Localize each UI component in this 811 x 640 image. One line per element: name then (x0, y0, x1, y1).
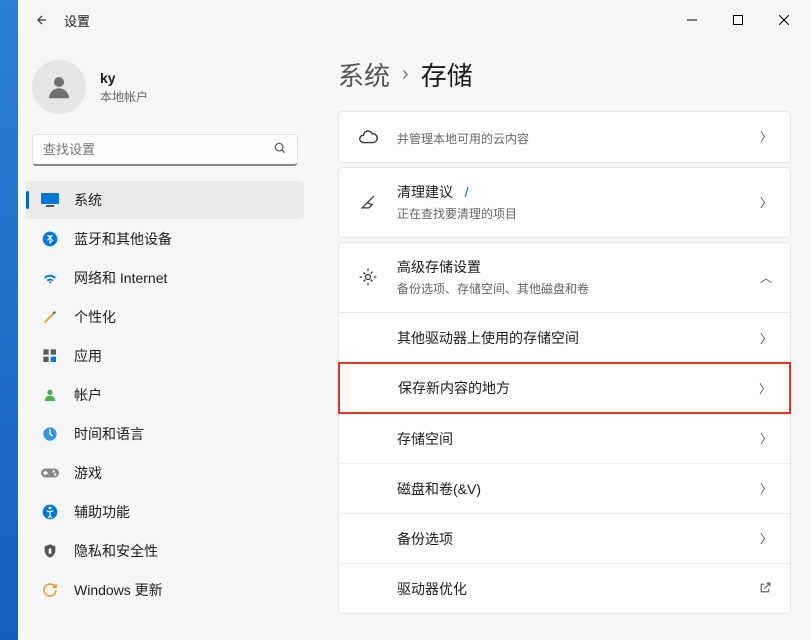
chevron-right-icon: 〉 (759, 380, 771, 397)
back-button[interactable] (22, 0, 62, 40)
window-title: 设置 (64, 11, 90, 30)
search-input[interactable] (32, 134, 298, 166)
sidebar-item-system[interactable]: 系统 (26, 181, 304, 219)
system-icon (40, 190, 60, 210)
sidebar-item-label: 网络和 Internet (74, 268, 167, 288)
chevron-right-icon: › (402, 63, 409, 86)
user-account-type: 本地帐户 (100, 88, 148, 105)
sub-item-other-drives[interactable]: 其他驱动器上使用的存储空间 〉 (339, 313, 790, 363)
sub-label: 保存新内容的地方 (398, 378, 749, 398)
sidebar-item-label: 隐私和安全性 (74, 541, 158, 561)
apps-icon (40, 346, 60, 366)
sidebar-item-label: 系统 (74, 190, 102, 210)
card-advanced-storage: 高级存储设置 备份选项、存储空间、其他磁盘和卷 ︿ 其他驱动器上使用的存储空间 … (338, 242, 791, 614)
sub-label: 备份选项 (397, 529, 750, 549)
sidebar-item-accessibility[interactable]: 辅助功能 (26, 493, 304, 531)
card-title: 清理建议 / (397, 182, 750, 202)
sidebar-item-personalization[interactable]: 个性化 (26, 298, 304, 336)
cloud-icon (357, 126, 379, 148)
accessibility-icon (40, 502, 60, 522)
sidebar-item-time-language[interactable]: 时间和语言 (26, 415, 304, 453)
minimize-button[interactable] (669, 4, 715, 36)
sub-label: 存储空间 (397, 429, 750, 449)
card-cleanup[interactable]: 清理建议 / 正在查找要清理的项目 〉 (338, 167, 791, 238)
sidebar-item-label: 个性化 (74, 307, 116, 327)
sidebar-item-windows-update[interactable]: Windows 更新 (26, 571, 304, 609)
breadcrumb: 系统 › 存储 (338, 56, 791, 93)
maximize-button[interactable] (715, 4, 761, 36)
broom-icon (357, 191, 379, 213)
chevron-up-icon: ︿ (760, 269, 772, 286)
sub-label: 驱动器优化 (397, 579, 749, 599)
sub-label: 其他驱动器上使用的存储空间 (397, 328, 750, 348)
sidebar-item-privacy[interactable]: 隐私和安全性 (26, 532, 304, 570)
sidebar-item-network[interactable]: 网络和 Internet (26, 259, 304, 297)
search-icon (273, 141, 287, 158)
update-icon (40, 580, 60, 600)
sidebar-item-label: Windows 更新 (74, 580, 163, 600)
sub-item-save-locations[interactable]: 保存新内容的地方 〉 (338, 362, 791, 414)
user-block[interactable]: ky 本地帐户 (18, 40, 312, 134)
chevron-right-icon: 〉 (760, 530, 772, 547)
sidebar-item-label: 应用 (74, 346, 102, 366)
sidebar-item-bluetooth[interactable]: 蓝牙和其他设备 (26, 220, 304, 258)
bluetooth-icon (40, 229, 60, 249)
sidebar-item-apps[interactable]: 应用 (26, 337, 304, 375)
sub-item-storage-spaces[interactable]: 存储空间 〉 (339, 413, 790, 463)
chevron-right-icon: 〉 (760, 128, 772, 145)
card-sub: 备份选项、存储空间、其他磁盘和卷 (397, 280, 750, 297)
sidebar-item-gaming[interactable]: 游戏 (26, 454, 304, 492)
sub-item-disks-volumes[interactable]: 磁盘和卷(&V) 〉 (339, 463, 790, 513)
globe-clock-icon (40, 424, 60, 444)
breadcrumb-current: 存储 (421, 56, 473, 93)
chevron-right-icon: 〉 (760, 480, 772, 497)
wifi-icon (40, 268, 60, 288)
sub-item-drive-optimize[interactable]: 驱动器优化 (339, 563, 790, 613)
card-cloud[interactable]: 并管理本地可用的云内容 〉 (338, 111, 791, 163)
card-sub: 并管理本地可用的云内容 (397, 130, 750, 147)
username: ky (100, 70, 148, 86)
titlebar: 设置 (18, 0, 811, 40)
shield-icon (40, 541, 60, 561)
chevron-right-icon: 〉 (760, 430, 772, 447)
sub-label: 磁盘和卷(&V) (397, 479, 750, 499)
chevron-right-icon: 〉 (760, 330, 772, 347)
brush-icon (40, 307, 60, 327)
sidebar-item-accounts[interactable]: 帐户 (26, 376, 304, 414)
sidebar-item-label: 游戏 (74, 463, 102, 483)
person-icon (40, 385, 60, 405)
card-sub: 正在查找要清理的项目 (397, 205, 750, 222)
search-field[interactable] (43, 142, 273, 157)
breadcrumb-parent[interactable]: 系统 (338, 56, 390, 93)
external-link-icon (759, 581, 772, 597)
sidebar-item-label: 蓝牙和其他设备 (74, 229, 172, 249)
gear-icon (357, 266, 379, 288)
sidebar-item-label: 辅助功能 (74, 502, 130, 522)
close-button[interactable] (761, 4, 807, 36)
sub-item-backup-options[interactable]: 备份选项 〉 (339, 513, 790, 563)
sidebar-item-label: 帐户 (74, 385, 102, 405)
advanced-storage-header[interactable]: 高级存储设置 备份选项、存储空间、其他磁盘和卷 ︿ (339, 243, 790, 312)
sidebar-item-label: 时间和语言 (74, 424, 144, 444)
sidebar: ky 本地帐户 系统 蓝牙和其他设备 (18, 40, 316, 640)
main-content: 系统 › 存储 并管理本地可用的云内容 〉 (316, 40, 811, 640)
gamepad-icon (40, 463, 60, 483)
card-title: 高级存储设置 (397, 257, 750, 277)
avatar (32, 60, 86, 114)
chevron-right-icon: 〉 (760, 194, 772, 211)
